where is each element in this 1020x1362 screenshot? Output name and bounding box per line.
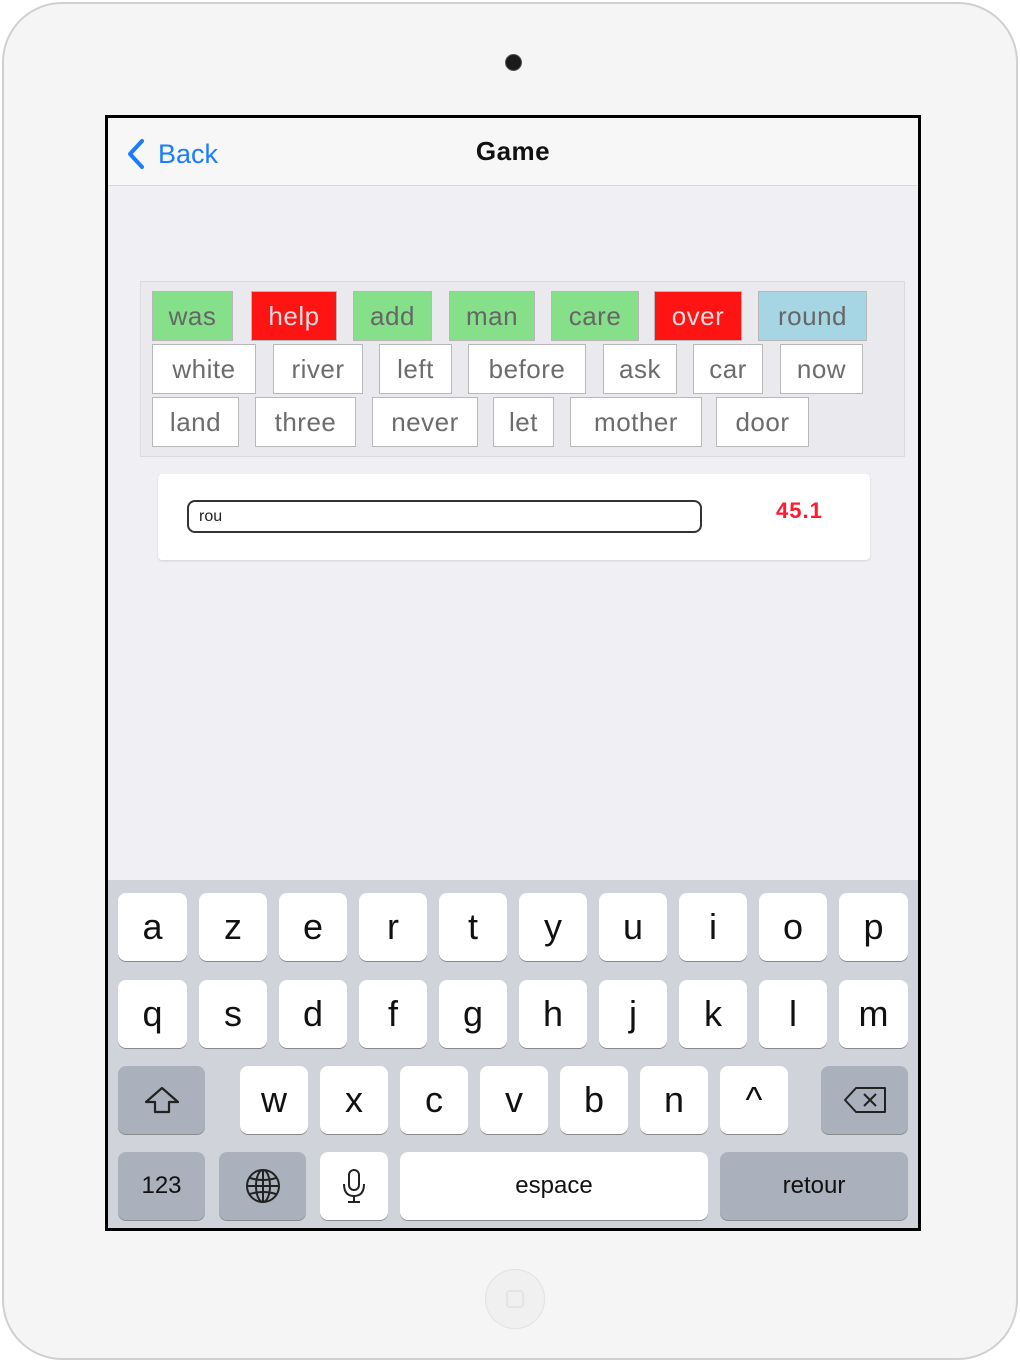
on-screen-keyboard: a z e r t y u i o p q s d f g h j k l m: [108, 880, 918, 1228]
answer-input[interactable]: [187, 500, 702, 533]
key[interactable]: b: [560, 1066, 628, 1134]
numbers-key[interactable]: 123: [118, 1152, 205, 1220]
word-tile: was: [152, 291, 233, 341]
word-tile: help: [251, 291, 337, 341]
key[interactable]: c: [400, 1066, 468, 1134]
camera-icon: [505, 54, 522, 71]
key[interactable]: k: [679, 980, 747, 1048]
word-tile: ask: [603, 344, 677, 394]
key[interactable]: n: [640, 1066, 708, 1134]
key[interactable]: a: [118, 893, 187, 961]
key[interactable]: z: [199, 893, 267, 961]
word-tile: white: [152, 344, 256, 394]
key[interactable]: y: [519, 893, 587, 961]
shift-arrow-icon: [144, 1086, 179, 1114]
key[interactable]: l: [759, 980, 827, 1048]
key[interactable]: u: [599, 893, 667, 961]
word-tile: door: [716, 397, 809, 447]
word-tile: three: [255, 397, 356, 447]
screen-content: Back Game was help add man care over rou…: [108, 118, 918, 1228]
word-tile: let: [493, 397, 554, 447]
key[interactable]: t: [439, 893, 507, 961]
key[interactable]: g: [439, 980, 507, 1048]
home-button[interactable]: [485, 1269, 545, 1329]
word-tile: land: [152, 397, 239, 447]
key[interactable]: v: [480, 1066, 548, 1134]
key[interactable]: m: [839, 980, 908, 1048]
word-tile: river: [273, 344, 363, 394]
key[interactable]: ^: [720, 1066, 788, 1134]
word-tile: man: [449, 291, 535, 341]
key[interactable]: h: [519, 980, 587, 1048]
timer: 45.1: [776, 498, 823, 523]
word-list: was help add man care over round white r…: [140, 281, 905, 457]
word-tile: over: [654, 291, 742, 341]
answer-card: 45.1: [158, 474, 870, 560]
screen: Back Game was help add man care over rou…: [105, 115, 921, 1231]
key[interactable]: d: [279, 980, 347, 1048]
page-title: Game: [475, 136, 551, 166]
word-tile: add: [353, 291, 432, 341]
key[interactable]: j: [599, 980, 667, 1048]
globe-icon: [245, 1169, 280, 1203]
word-tile: left: [379, 344, 452, 394]
word-tile: round: [758, 291, 867, 341]
key[interactable]: w: [240, 1066, 308, 1134]
key[interactable]: e: [279, 893, 347, 961]
word-tile: mother: [570, 397, 702, 447]
shift-key[interactable]: [118, 1066, 205, 1134]
word-tile: care: [551, 291, 639, 341]
return-key[interactable]: retour: [720, 1152, 908, 1220]
key[interactable]: q: [118, 980, 187, 1048]
key[interactable]: s: [199, 980, 267, 1048]
word-tile: car: [693, 344, 763, 394]
space-key[interactable]: espace: [400, 1152, 708, 1220]
microphone-icon: [343, 1169, 365, 1203]
key[interactable]: p: [839, 893, 908, 961]
backspace-icon: [843, 1087, 886, 1113]
key[interactable]: r: [359, 893, 427, 961]
dictation-key[interactable]: [320, 1152, 388, 1220]
word-tile: before: [468, 344, 586, 394]
word-tile: now: [780, 344, 863, 394]
navigation-bar: Back Game: [108, 118, 918, 186]
globe-key[interactable]: [219, 1152, 306, 1220]
delete-key[interactable]: [821, 1066, 908, 1134]
word-tile: never: [372, 397, 478, 447]
key[interactable]: o: [759, 893, 827, 961]
key[interactable]: i: [679, 893, 747, 961]
key[interactable]: f: [359, 980, 427, 1048]
key[interactable]: x: [320, 1066, 388, 1134]
